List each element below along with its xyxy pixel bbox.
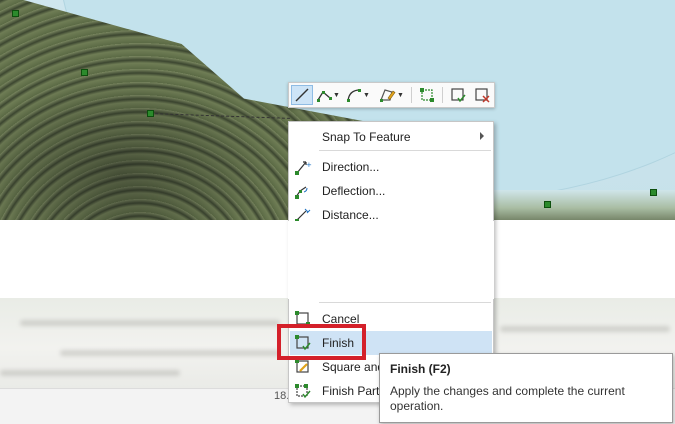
map-scale-readout: 18. [274, 390, 290, 402]
snap-grid-button[interactable] [416, 85, 438, 105]
polyline-button[interactable]: ▼ [315, 85, 341, 105]
chevron-down-icon: ▼ [333, 91, 340, 99]
finish-tooltip: Finish (F2) Apply the changes and comple… [379, 353, 673, 423]
menu-separator [319, 302, 491, 303]
tooltip-description: Apply the changes and complete the curre… [390, 384, 625, 413]
chevron-down-icon: ▼ [397, 91, 404, 99]
sketch-vertex[interactable] [544, 201, 551, 208]
menu-item-label: Square and [322, 360, 385, 374]
menu-item-label: Deflection... [322, 184, 386, 198]
deflection-icon [295, 186, 308, 199]
tree-shadow [0, 60, 300, 220]
edit-vertices-button[interactable]: ▼ [377, 85, 405, 105]
menu-item-label: Finish Part [322, 384, 380, 398]
submenu-arrow-icon [480, 132, 484, 140]
arc-icon [347, 89, 362, 102]
imagery-streak [500, 326, 670, 332]
line-segment-button[interactable] [291, 85, 313, 105]
direction-icon: + [295, 161, 312, 175]
delete-sketch-button[interactable] [471, 85, 493, 105]
sketch-vertex[interactable] [650, 189, 657, 196]
tooltip-title: Finish (F2) [390, 362, 451, 376]
square-and-finish-icon [295, 359, 309, 373]
sketch-toolbar: ▼ ▼ ▼ [288, 82, 495, 108]
menu-item-label: Direction... [322, 160, 380, 174]
imagery-streak [0, 370, 180, 376]
menu-item-snap-to-feature[interactable]: Snap To Feature [290, 125, 492, 149]
arc-button[interactable]: ▼ [345, 85, 371, 105]
highlight-annotation-box [277, 324, 366, 360]
finish-sketch-icon [451, 88, 466, 103]
menu-item-label: Snap To Feature [322, 130, 411, 144]
imagery-streak [60, 350, 280, 356]
edit-vertices-icon [380, 89, 396, 102]
omitted-menu-section [288, 221, 494, 299]
svg-text:+: + [306, 161, 312, 169]
menu-item-deflection[interactable]: Deflection... [290, 179, 492, 203]
menu-item-label: Distance... [322, 208, 379, 222]
toolbar-separator [411, 87, 412, 103]
sketch-vertex[interactable] [147, 110, 154, 117]
menu-item-direction[interactable]: + Direction... [290, 155, 492, 179]
line-segment-icon [295, 88, 309, 102]
menu-separator [319, 150, 491, 151]
delete-sketch-icon [475, 88, 490, 103]
snap-grid-icon [420, 88, 434, 102]
polyline-icon [317, 91, 333, 102]
toolbar-separator [442, 87, 443, 103]
finish-sketch-button[interactable] [447, 85, 469, 105]
chevron-down-icon: ▼ [363, 91, 370, 99]
imagery-streak [20, 320, 280, 326]
sketch-vertex[interactable] [81, 69, 88, 76]
finish-part-icon [295, 384, 311, 399]
sketch-vertex[interactable] [12, 10, 19, 17]
